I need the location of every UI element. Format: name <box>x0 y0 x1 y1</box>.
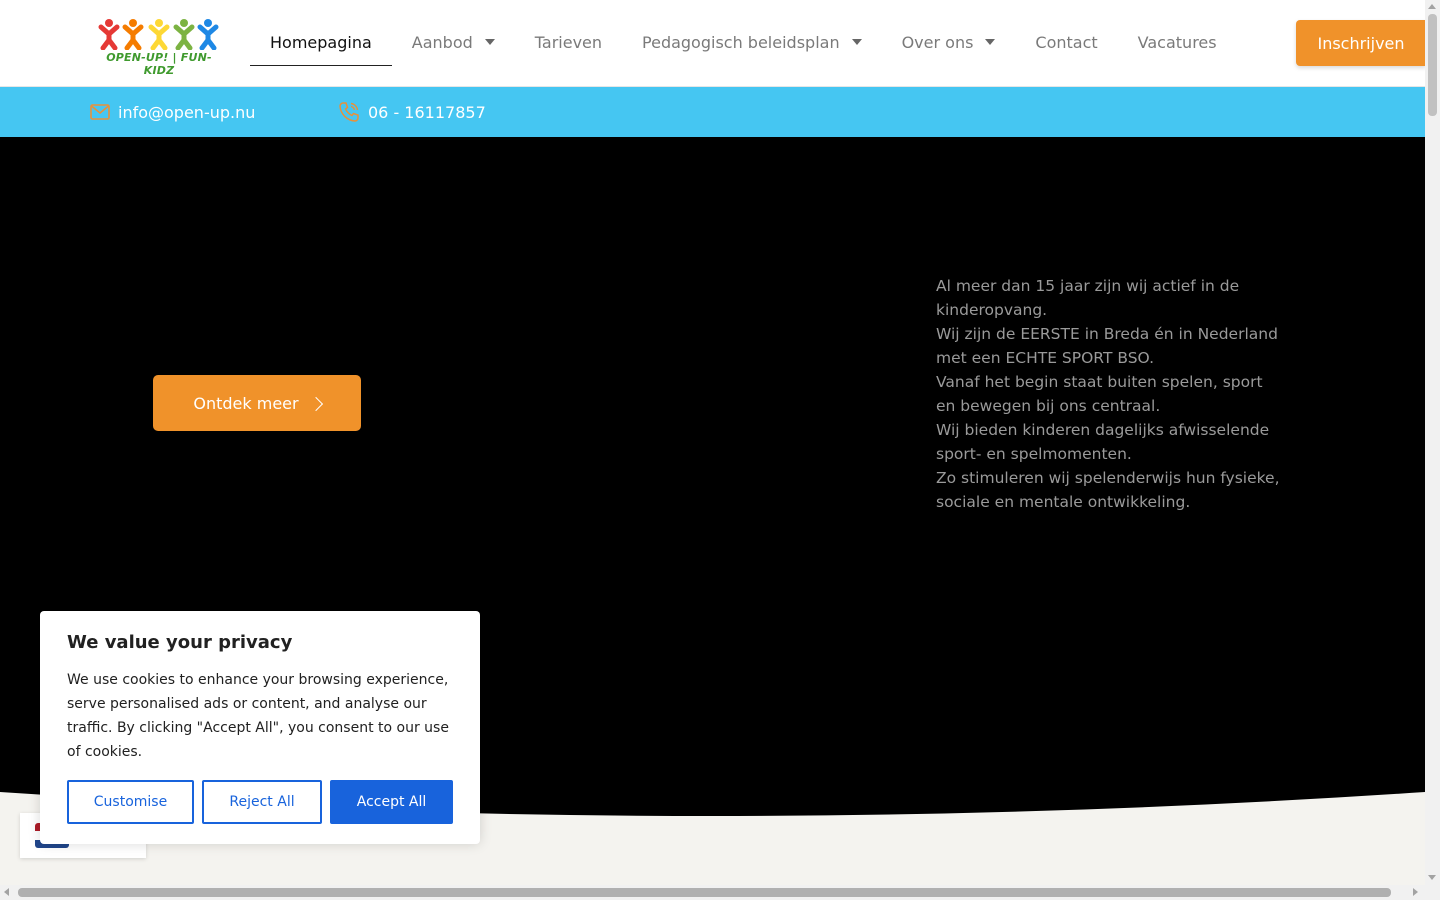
nav-item-contact[interactable]: Contact <box>1015 18 1117 66</box>
phone-link[interactable]: 06 - 16117857 <box>338 87 486 137</box>
nav-item-homepagina[interactable]: Homepagina <box>250 18 392 66</box>
envelope-icon <box>90 104 110 120</box>
caret-down-icon <box>851 39 862 45</box>
scroll-up-arrow-icon[interactable] <box>1428 4 1436 9</box>
customise-label: Customise <box>93 794 168 810</box>
hero-text-line: Wij zijn de EERSTE in Breda én in Nederl… <box>936 325 1278 367</box>
nav-label: Aanbod <box>411 32 473 52</box>
customise-button[interactable]: Customise <box>67 780 194 824</box>
nav-label: Over ons <box>901 32 974 52</box>
page: OPEN-UP! | FUN-KIDZ Homepagina Aanbod Ta… <box>0 0 1440 900</box>
nav-item-pedagogisch-beleidsplan[interactable]: Pedagogisch beleidsplan <box>622 18 882 66</box>
logo-figures-icon <box>98 19 219 51</box>
ontdek-meer-button[interactable]: Ontdek meer <box>153 375 361 431</box>
horizontal-scrollbar[interactable] <box>0 885 1440 900</box>
email-link[interactable]: info@open-up.nu <box>90 87 255 137</box>
nav-label: Homepagina <box>270 32 372 52</box>
nav-item-vacatures[interactable]: Vacatures <box>1118 18 1237 66</box>
hero-text-line: Vanaf het begin staat buiten spelen, spo… <box>936 373 1263 415</box>
vertical-scroll-thumb[interactable] <box>1428 14 1437 116</box>
scroll-left-arrow-icon[interactable] <box>4 888 9 896</box>
main-nav: Homepagina Aanbod Tarieven Pedagogisch b… <box>250 18 1237 66</box>
reject-all-label: Reject All <box>229 794 295 810</box>
nav-label: Pedagogisch beleidsplan <box>642 32 840 52</box>
hero-intro-text: Al meer dan 15 jaar zijn wij actief in d… <box>936 274 1281 514</box>
caret-down-icon <box>985 39 996 45</box>
nav-item-over-ons[interactable]: Over ons <box>882 18 1016 66</box>
nav-label: Vacatures <box>1137 32 1217 52</box>
ontdek-meer-label: Ontdek meer <box>193 393 299 413</box>
caret-down-icon <box>484 39 495 45</box>
nav-label: Tarieven <box>534 32 603 52</box>
phone-text: 06 - 16117857 <box>368 102 486 122</box>
hero-text-line: Al meer dan 15 jaar zijn wij actief in d… <box>936 277 1240 319</box>
nav-label: Contact <box>1035 32 1098 52</box>
site-header: OPEN-UP! | FUN-KIDZ Homepagina Aanbod Ta… <box>0 0 1426 87</box>
contact-bar: info@open-up.nu 06 - 16117857 <box>0 87 1425 137</box>
horizontal-scroll-thumb[interactable] <box>18 888 1391 897</box>
hero-text-line: Zo stimuleren wij spelenderwijs hun fysi… <box>936 469 1280 511</box>
reject-all-button[interactable]: Reject All <box>202 780 322 824</box>
inschrijven-label: Inschrijven <box>1317 33 1405 53</box>
phone-icon <box>339 102 359 122</box>
chevron-right-icon <box>308 396 323 411</box>
nav-item-tarieven[interactable]: Tarieven <box>515 18 622 66</box>
accept-all-label: Accept All <box>356 794 427 810</box>
accept-all-button[interactable]: Accept All <box>330 780 453 824</box>
email-text: info@open-up.nu <box>118 102 256 122</box>
nav-item-aanbod[interactable]: Aanbod <box>392 18 515 66</box>
scroll-right-arrow-icon[interactable] <box>1413 888 1418 896</box>
cookie-title: We value your privacy <box>67 632 293 653</box>
logo-text: OPEN-UP! | FUN-KIDZ <box>106 51 212 77</box>
cookie-consent-banner: We value your privacy We use cookies to … <box>40 611 480 844</box>
vertical-scrollbar[interactable] <box>1425 0 1440 885</box>
cookie-body: We use cookies to enhance your browsing … <box>67 672 449 760</box>
hero-text-line: Wij bieden kinderen dagelijks afwisselen… <box>936 421 1270 463</box>
inschrijven-button[interactable]: Inschrijven <box>1296 20 1426 66</box>
scroll-down-arrow-icon[interactable] <box>1428 875 1436 880</box>
logo[interactable]: OPEN-UP! | FUN-KIDZ <box>98 18 220 77</box>
